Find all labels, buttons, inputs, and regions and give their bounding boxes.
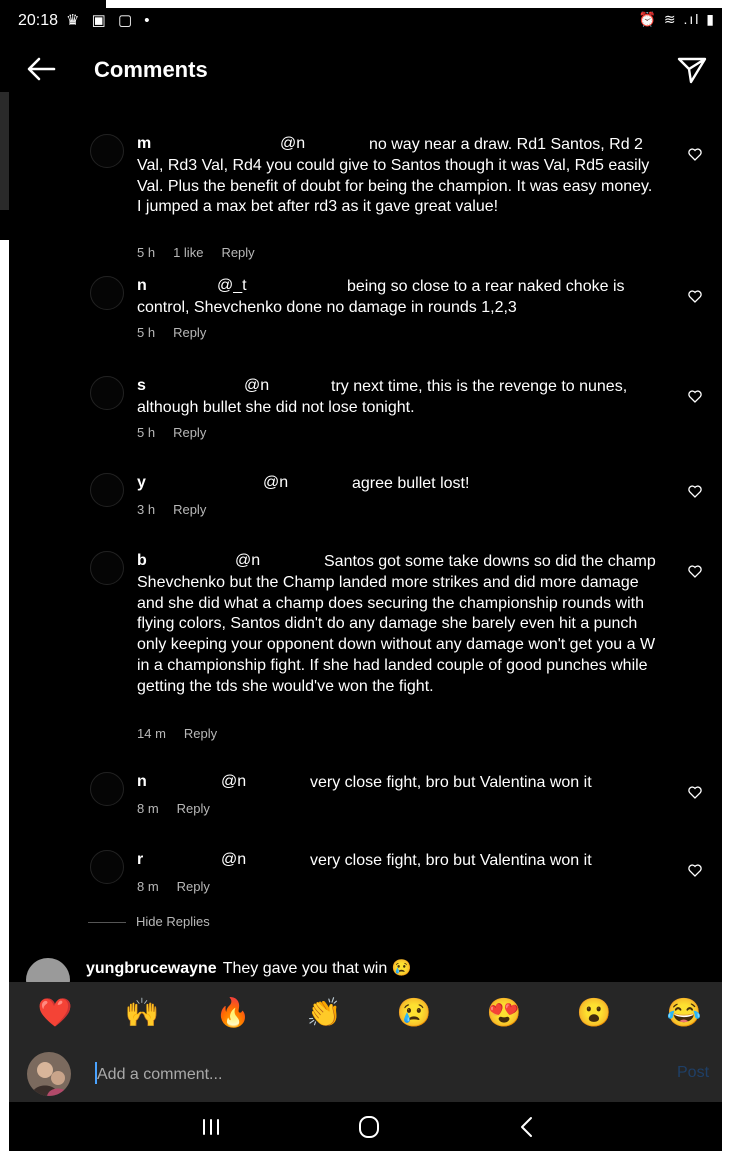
user-photo-icon: [31, 1062, 69, 1096]
hide-replies-label: Hide Replies: [136, 914, 210, 929]
reply-text: no way near a draw. Rd1 Santos, Rd 2 Val…: [137, 136, 657, 216]
avatar[interactable]: [90, 134, 124, 168]
avatar[interactable]: [90, 473, 124, 507]
tears-of-joy-emoji-icon[interactable]: 😂: [664, 996, 704, 1030]
like-heart-icon[interactable]: [688, 864, 702, 877]
text-caret: [95, 1062, 97, 1084]
reply-button[interactable]: Reply: [177, 801, 210, 816]
reply-button[interactable]: Reply: [184, 726, 217, 741]
reply-meta: 14 m Reply: [137, 726, 235, 741]
screenshot-frame-top: [106, 0, 722, 8]
reply-text: being so close to a rear naked choke is …: [137, 278, 629, 316]
reply-timestamp: 8 m: [137, 801, 159, 816]
reply-meta: 5 h Reply: [137, 425, 224, 440]
reply-text: Santos got some take downs so did the ch…: [137, 553, 661, 695]
like-heart-icon[interactable]: [688, 565, 702, 578]
header: Comments: [0, 40, 722, 100]
like-heart-icon[interactable]: [688, 786, 702, 799]
system-navigation-bar: [9, 1102, 722, 1151]
back-icon[interactable]: [507, 1112, 547, 1142]
reply-button[interactable]: Reply: [177, 879, 210, 894]
root-comment-text: yungbrucewayne They gave you that win 😢: [86, 958, 412, 978]
red-heart-emoji-icon[interactable]: ❤️: [35, 996, 75, 1030]
avatar[interactable]: [90, 850, 124, 884]
reply-button[interactable]: Reply: [221, 245, 254, 260]
reply-text: very close fight, bro but Valentina won …: [310, 774, 592, 791]
post-button[interactable]: Post: [677, 1064, 709, 1082]
page-title: Comments: [94, 57, 208, 82]
back-arrow-icon[interactable]: [24, 52, 58, 86]
reply-meta: 3 h Reply: [137, 502, 224, 517]
reply-timestamp: 3 h: [137, 502, 156, 517]
home-icon[interactable]: [349, 1112, 389, 1142]
avatar[interactable]: [90, 376, 124, 410]
hide-replies-divider: [88, 922, 126, 924]
reply-timestamp: 14 m: [137, 726, 166, 741]
reply-text: very close fight, bro but Valentina won …: [310, 852, 592, 869]
comment-input[interactable]: [95, 1062, 659, 1088]
like-heart-icon[interactable]: [688, 390, 702, 403]
comment-composer: Post: [9, 1046, 722, 1102]
root-comment-username[interactable]: yungbrucewayne: [86, 960, 217, 977]
reply-like-count[interactable]: 1 like: [173, 245, 203, 260]
surprised-face-emoji-icon[interactable]: 😮: [574, 996, 614, 1030]
clapping-hands-emoji-icon[interactable]: 👏: [304, 996, 344, 1030]
heart-eyes-emoji-icon[interactable]: 😍: [484, 996, 524, 1030]
like-heart-icon[interactable]: [688, 148, 702, 161]
reply-button[interactable]: Reply: [173, 325, 206, 340]
reply-timestamp: 8 m: [137, 879, 159, 894]
emoji-reaction-bar: ❤️ 🙌 🔥 👏 😢 😍 😮 😂: [9, 982, 722, 1046]
raising-hands-emoji-icon[interactable]: 🙌: [122, 996, 162, 1030]
avatar[interactable]: [90, 276, 124, 310]
reply-meta: 8 m Reply: [137, 801, 228, 816]
reply-meta: 5 h 1 like Reply: [137, 245, 273, 260]
system-status-icons: ⏰ ≋ .ıl ▮: [638, 11, 716, 27]
screenshot-frame-right: [722, 0, 733, 1151]
avatar[interactable]: [90, 772, 124, 806]
reply-timestamp: 5 h: [137, 245, 156, 260]
screenshot-frame-left-shadow: [0, 92, 9, 210]
reply-meta: 8 m Reply: [137, 879, 228, 894]
reply-text: try next time, this is the revenge to nu…: [137, 378, 632, 416]
reply-timestamp: 5 h: [137, 325, 156, 340]
crying-face-emoji-icon[interactable]: 😢: [394, 996, 434, 1030]
reply-text: agree bullet lost!: [352, 475, 470, 492]
fire-emoji-icon[interactable]: 🔥: [213, 996, 253, 1030]
hide-replies-button[interactable]: Hide Replies: [88, 914, 210, 929]
recent-apps-icon[interactable]: [191, 1112, 231, 1142]
reply-button[interactable]: Reply: [173, 425, 206, 440]
status-bar: 20:18 ♛ ▣ ▢ • ⏰ ≋ .ıl ▮: [0, 8, 722, 38]
status-time: 20:18: [18, 12, 59, 29]
root-comment: yungbrucewayne They gave you that win 😢: [26, 952, 722, 1002]
like-heart-icon[interactable]: [688, 290, 702, 303]
reply-timestamp: 5 h: [137, 425, 156, 440]
screenshot-frame-left: [0, 240, 9, 1151]
avatar[interactable]: [90, 551, 124, 585]
notification-icons: ♛ ▣ ▢ •: [66, 12, 154, 29]
avatar: [27, 1052, 71, 1096]
reply-meta: 5 h Reply: [137, 325, 224, 340]
like-heart-icon[interactable]: [688, 485, 702, 498]
reply-button[interactable]: Reply: [173, 502, 206, 517]
share-send-icon[interactable]: [676, 54, 708, 86]
root-comment-body: They gave you that win 😢: [222, 960, 412, 977]
